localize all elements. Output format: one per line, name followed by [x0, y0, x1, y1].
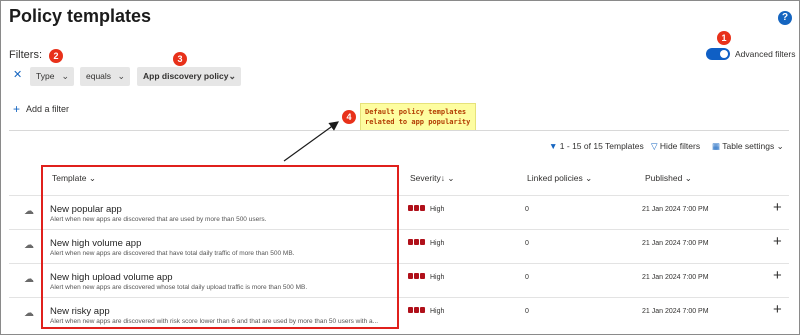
severity-high-icon	[408, 205, 426, 213]
callout-badge-1: 1	[717, 31, 731, 45]
filter-solid-icon: ▼	[549, 141, 558, 151]
toggle-knob	[720, 50, 728, 58]
severity-high-icon	[408, 239, 426, 247]
advanced-filters-toggle[interactable]	[706, 48, 730, 60]
cloud-discovery-icon: ☁	[24, 206, 34, 217]
published-value: 21 Jan 2024 7:00 PM	[642, 308, 709, 315]
callout-text-line1: Default policy templates	[365, 108, 467, 116]
severity-label: High	[430, 205, 445, 213]
create-policy-button[interactable]: +	[773, 301, 782, 318]
filter-chip-label: App discovery policy	[143, 71, 229, 81]
linked-policies-value: 0	[525, 308, 529, 315]
page-title: Policy templates	[9, 6, 152, 26]
advanced-filters-label: Advanced filters	[735, 49, 796, 59]
severity-high-icon	[408, 307, 426, 315]
severity-cell: High	[408, 239, 444, 247]
severity-cell: High	[408, 205, 444, 213]
callout-badge-2: 2	[49, 49, 63, 63]
filters-label: Filters:	[9, 49, 42, 61]
chevron-down-icon: ⌄	[61, 71, 69, 81]
severity-cell: High	[408, 307, 444, 315]
template-count-label: 1 - 15 of 15 Templates	[559, 141, 644, 151]
column-header-published[interactable]: Published ⌄	[645, 173, 692, 184]
highlight-box	[41, 165, 399, 329]
linked-policies-value: 0	[525, 240, 529, 247]
column-header-label: Severity	[410, 173, 441, 183]
create-policy-button[interactable]: +	[773, 199, 782, 216]
severity-label: High	[430, 307, 445, 315]
cloud-discovery-icon: ☁	[24, 308, 34, 319]
plus-icon: +	[13, 102, 21, 116]
published-value: 21 Jan 2024 7:00 PM	[642, 206, 709, 213]
help-icon[interactable]: ?	[778, 11, 792, 25]
column-header-severity[interactable]: Severity↓ ⌄	[410, 173, 454, 184]
severity-label: High	[430, 273, 445, 281]
filter-chip-label: equals	[86, 71, 112, 81]
linked-policies-value: 0	[525, 206, 529, 213]
add-filter-button[interactable]: + Add a filter	[13, 101, 70, 116]
table-settings-button[interactable]: ▦ Table settings ⌄	[712, 141, 784, 152]
published-value: 21 Jan 2024 7:00 PM	[642, 274, 709, 281]
callout-text-line2: related to app popularity	[365, 118, 471, 126]
chevron-down-icon: ⌄	[684, 173, 692, 183]
chevron-down-icon: ⌄	[447, 173, 455, 183]
severity-high-icon	[408, 273, 426, 281]
sort-arrow-icon: ↓	[440, 173, 445, 183]
chevron-down-icon: ⌄	[117, 71, 125, 81]
filter-chip-label: Type	[36, 71, 55, 81]
cloud-discovery-icon: ☁	[24, 240, 34, 251]
cloud-discovery-icon: ☁	[24, 274, 34, 285]
table-settings-label: Table settings	[722, 141, 775, 151]
section-divider	[9, 130, 789, 131]
filter-chip-type[interactable]: Type ⌄	[30, 67, 74, 86]
table-settings-icon: ▦	[712, 141, 721, 151]
filter-outline-icon: ▽	[651, 141, 658, 151]
create-policy-button[interactable]: +	[773, 233, 782, 250]
column-header-linked-policies[interactable]: Linked policies ⌄	[527, 173, 592, 184]
chevron-down-icon: ⌄	[585, 173, 593, 183]
severity-label: High	[430, 239, 445, 247]
filter-count: ▼ 1 - 15 of 15 Templates	[549, 141, 644, 151]
create-policy-button[interactable]: +	[773, 267, 782, 284]
hide-filters-label: Hide filters	[659, 141, 701, 151]
clear-filters-icon[interactable]: ✕	[13, 68, 22, 81]
callout-badge-4: 4	[342, 110, 356, 124]
callout-badge-3: 3	[173, 52, 187, 66]
filter-chip-value[interactable]: App discovery policy ⌄	[137, 67, 241, 86]
add-filter-label: Add a filter	[26, 104, 70, 114]
chevron-down-icon: ⌄	[776, 141, 784, 151]
column-header-label: Linked policies	[527, 173, 583, 183]
severity-cell: High	[408, 273, 444, 281]
column-header-label: Published	[645, 173, 683, 183]
hide-filters-button[interactable]: ▽ Hide filters	[651, 141, 700, 152]
published-value: 21 Jan 2024 7:00 PM	[642, 240, 709, 247]
annotation-callout: Default policy templates related to app …	[360, 103, 476, 131]
filter-chip-operator[interactable]: equals ⌄	[80, 67, 130, 86]
chevron-down-icon: ⌄	[228, 71, 236, 81]
linked-policies-value: 0	[525, 274, 529, 281]
